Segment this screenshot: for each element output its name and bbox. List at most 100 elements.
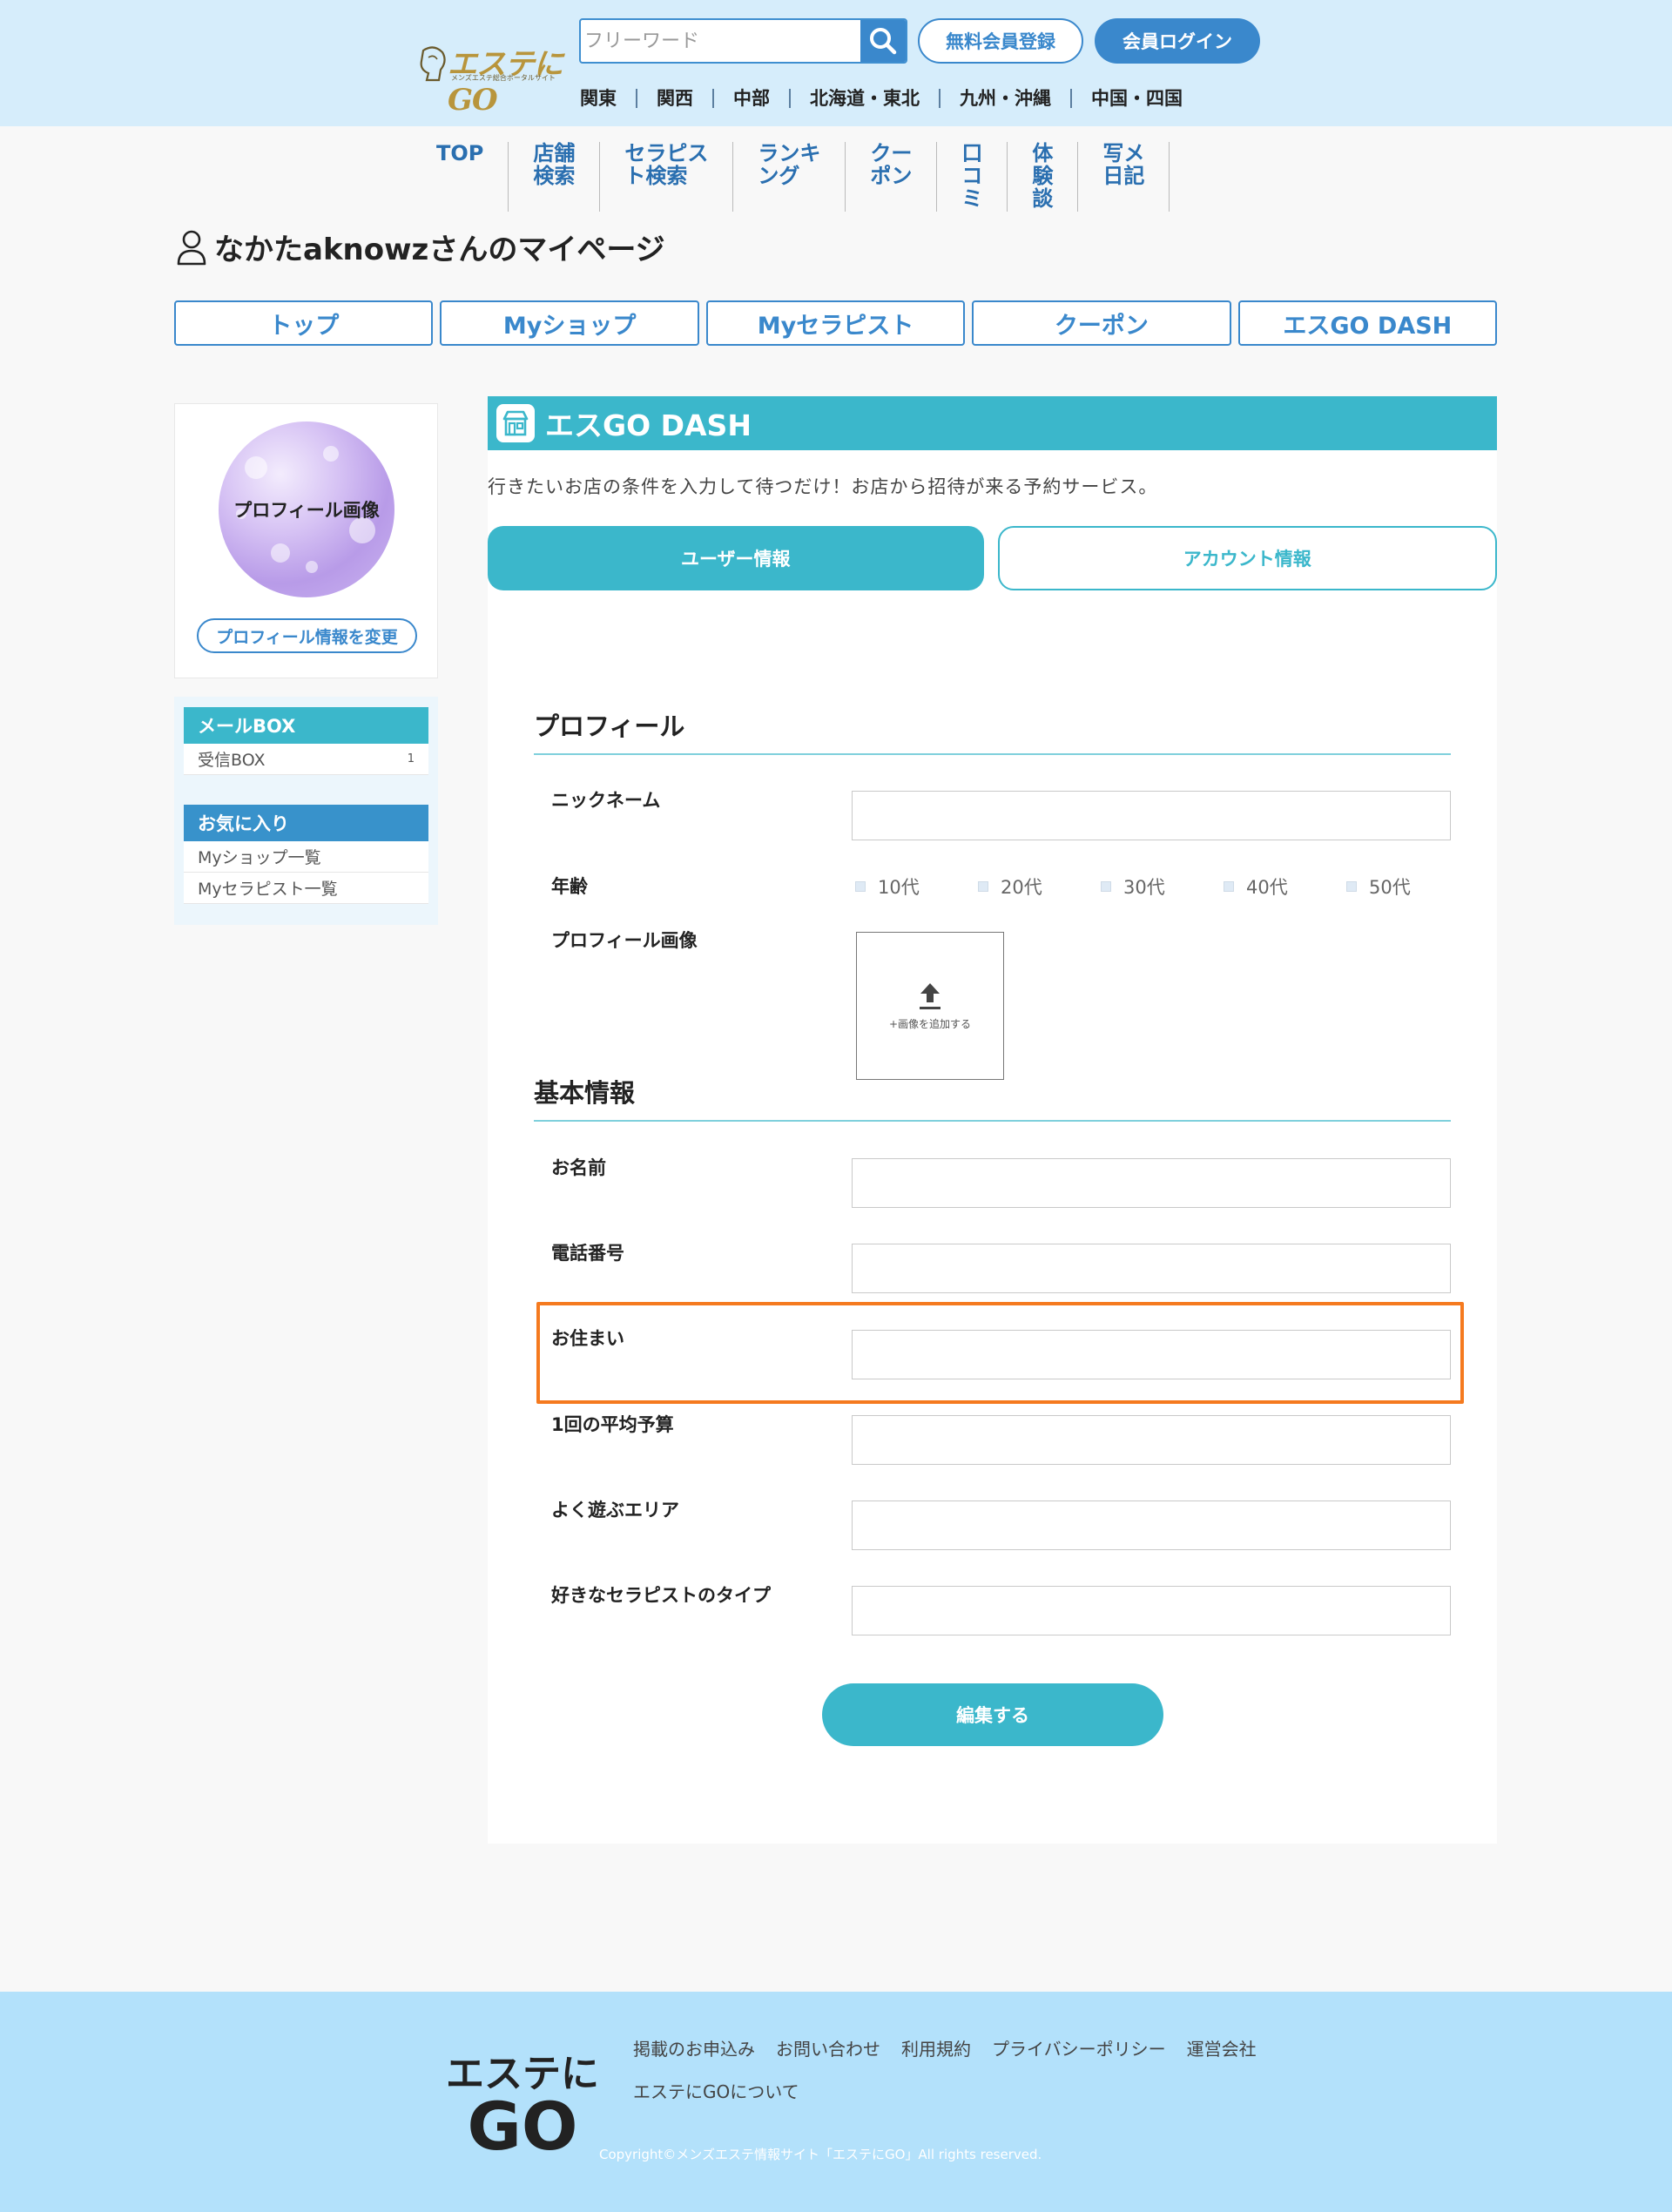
region-nav: 関東 関西 中部 北海道・東北 九州・沖縄 中国・四国: [580, 86, 1202, 111]
edit-submit-button[interactable]: 編集する: [822, 1683, 1163, 1746]
sidebar-item-inbox[interactable]: 受信BOX 1: [184, 744, 428, 775]
checkbox-icon: [1346, 881, 1357, 892]
checkbox-icon: [855, 881, 866, 892]
phone-input[interactable]: [852, 1244, 1451, 1293]
esgo-dash-panel: エスGO DASH 行きたいお店の条件を入力して待つだけ！お店から招待が来る予約…: [488, 396, 1497, 1844]
address-input[interactable]: [852, 1330, 1451, 1379]
profile-image-label: プロフィール画像: [233, 500, 380, 521]
tab-my-therapist[interactable]: Myセラピスト: [705, 300, 966, 346]
nav-reviews[interactable]: 口コミ: [937, 142, 1008, 212]
mailbox-heading: メールBOX: [184, 707, 428, 744]
tab-coupon[interactable]: クーポン: [972, 300, 1231, 346]
login-button[interactable]: 会員ログイン: [1095, 18, 1260, 64]
age-label: 年齢: [551, 876, 588, 897]
inbox-count: 1: [407, 752, 415, 765]
profile-edit-button[interactable]: プロフィール情報を変更: [197, 618, 417, 653]
profile-section-title: プロフィール: [534, 711, 685, 741]
sidebar-item-label: Myショップ一覧: [198, 848, 321, 867]
footer-link-terms[interactable]: 利用規約: [901, 2035, 971, 2060]
age-option-20s[interactable]: 20代: [978, 873, 1101, 900]
footer-link-privacy[interactable]: プライバシーポリシー: [992, 2035, 1166, 2060]
upload-hint: +画像を追加する: [888, 1017, 972, 1030]
tab-top[interactable]: トップ: [174, 300, 434, 346]
search-icon: [870, 28, 897, 55]
budget-label: 1回の平均予算: [551, 1414, 674, 1435]
nickname-label: ニックネーム: [551, 790, 661, 811]
name-input[interactable]: [852, 1158, 1451, 1208]
profile-image-field-label: プロフィール画像: [551, 930, 698, 951]
sidebar-item-my-therapists[interactable]: Myセラピスト一覧: [184, 873, 428, 904]
checkbox-icon: [1101, 881, 1111, 892]
nav-ranking[interactable]: ランキ ング: [733, 142, 846, 212]
nav-photo-diary[interactable]: 写メ 日記: [1078, 142, 1170, 212]
footer-link-listing[interactable]: 掲載のお申込み: [633, 2035, 755, 2060]
age-option-50s[interactable]: 50代: [1346, 873, 1469, 900]
region-link[interactable]: 関西: [636, 89, 712, 108]
basic-info-section-title: 基本情報: [534, 1078, 636, 1108]
site-footer: エステに GO 掲載のお申込み お問い合わせ 利用規約 プライバシーポリシー 運…: [0, 1992, 1672, 2212]
footer-logo-line2: GO: [467, 2087, 578, 2165]
age-option-40s[interactable]: 40代: [1224, 873, 1346, 900]
age-options: 10代 20代 30代 40代 50代: [855, 873, 1469, 900]
checkbox-icon: [1224, 881, 1234, 892]
profile-image: プロフィール画像: [219, 421, 394, 597]
search-box: [579, 18, 907, 64]
address-label: お住まい: [551, 1328, 624, 1349]
therapist-type-input[interactable]: [852, 1586, 1451, 1635]
image-upload-box[interactable]: +画像を追加する: [856, 932, 1004, 1080]
region-link[interactable]: 北海道・東北: [789, 89, 939, 108]
shop-icon: [496, 404, 535, 442]
sidebar-item-label: 受信BOX: [198, 751, 266, 770]
age-option-10s[interactable]: 10代: [855, 873, 978, 900]
logo-tagline: メンズエステ総合ポータルサイト: [451, 74, 556, 82]
area-label: よく遊ぶエリア: [551, 1500, 679, 1521]
copyright: Copyright©メンズエステ情報サイト「エステにGO」All rights …: [599, 2147, 1042, 2162]
nickname-input[interactable]: [852, 791, 1451, 840]
nav-therapist-search[interactable]: セラピス ト検索: [600, 142, 734, 212]
user-icon: [177, 230, 206, 265]
page-title-text: なかたaknowzさんのマイページ: [214, 233, 665, 267]
tab-esgo-dash[interactable]: エスGO DASH: [1237, 300, 1498, 346]
region-link[interactable]: 九州・沖縄: [939, 89, 1070, 108]
nav-experience[interactable]: 体験談: [1008, 142, 1079, 212]
search-button[interactable]: [860, 20, 906, 62]
footer-link-contact[interactable]: お問い合わせ: [776, 2035, 880, 2060]
main-nav: TOP 店舗 検索 セラピス ト検索 ランキ ング クー ポン 口コミ 体験談 写メ 日記: [416, 142, 1170, 212]
panel-tabs: ユーザー情報 アカウント情報: [488, 526, 1497, 590]
nav-top[interactable]: TOP: [416, 142, 509, 212]
panel-title: エスGO DASH: [545, 408, 752, 442]
therapist-type-label: 好きなセラピストのタイプ: [551, 1585, 771, 1606]
age-option-30s[interactable]: 30代: [1101, 873, 1224, 900]
region-link[interactable]: 中部: [712, 89, 789, 108]
mypage-tabs: トップ Myショップ Myセラピスト クーポン エスGO DASH: [174, 300, 1498, 346]
logo-face-icon: [420, 46, 446, 82]
site-header: エステにGO メンズエステ総合ポータルサイト 無料会員登録 会員ログイン 関東 …: [0, 0, 1672, 126]
nav-coupon[interactable]: クー ポン: [846, 142, 938, 212]
panel-description: 行きたいお店の条件を入力して待つだけ！お店から招待が来る予約サービス。: [488, 476, 1158, 497]
sidebar-item-my-shops[interactable]: Myショップ一覧: [184, 841, 428, 873]
footer-link-about[interactable]: エステにGOについて: [633, 2078, 799, 2103]
footer-logo[interactable]: エステに GO: [440, 2053, 605, 2165]
budget-input[interactable]: [852, 1415, 1451, 1465]
footer-links: 掲載のお申込み お問い合わせ 利用規約 プライバシーポリシー 運営会社 エステに…: [633, 2035, 1278, 2103]
footer-link-company[interactable]: 運営会社: [1187, 2035, 1257, 2060]
area-input[interactable]: [852, 1501, 1451, 1550]
site-logo[interactable]: エステにGO メンズエステ総合ポータルサイト: [416, 38, 573, 118]
side-menu: メールBOX 受信BOX 1 お気に入り Myショップ一覧 Myセラピスト一覧: [174, 697, 438, 925]
panel-header: エスGO DASH: [488, 396, 1497, 450]
tab-user-info[interactable]: ユーザー情報: [488, 526, 984, 590]
favorites-heading: お気に入り: [184, 805, 428, 841]
search-input[interactable]: [581, 20, 860, 62]
checkbox-icon: [978, 881, 988, 892]
tab-my-shop[interactable]: Myショップ: [440, 300, 699, 346]
page-title: なかたaknowzさんのマイページ: [176, 226, 665, 268]
region-link[interactable]: 中国・四国: [1070, 89, 1202, 108]
nav-shop-search[interactable]: 店舗 検索: [509, 142, 601, 212]
upload-icon: [920, 982, 940, 1009]
tab-account-info[interactable]: アカウント情報: [997, 526, 1497, 590]
region-link[interactable]: 関東: [580, 89, 636, 108]
register-button[interactable]: 無料会員登録: [918, 18, 1083, 64]
name-label: お名前: [551, 1157, 606, 1178]
profile-card: プロフィール画像 プロフィール情報を変更: [174, 403, 438, 678]
sidebar-item-label: Myセラピスト一覧: [198, 880, 338, 899]
